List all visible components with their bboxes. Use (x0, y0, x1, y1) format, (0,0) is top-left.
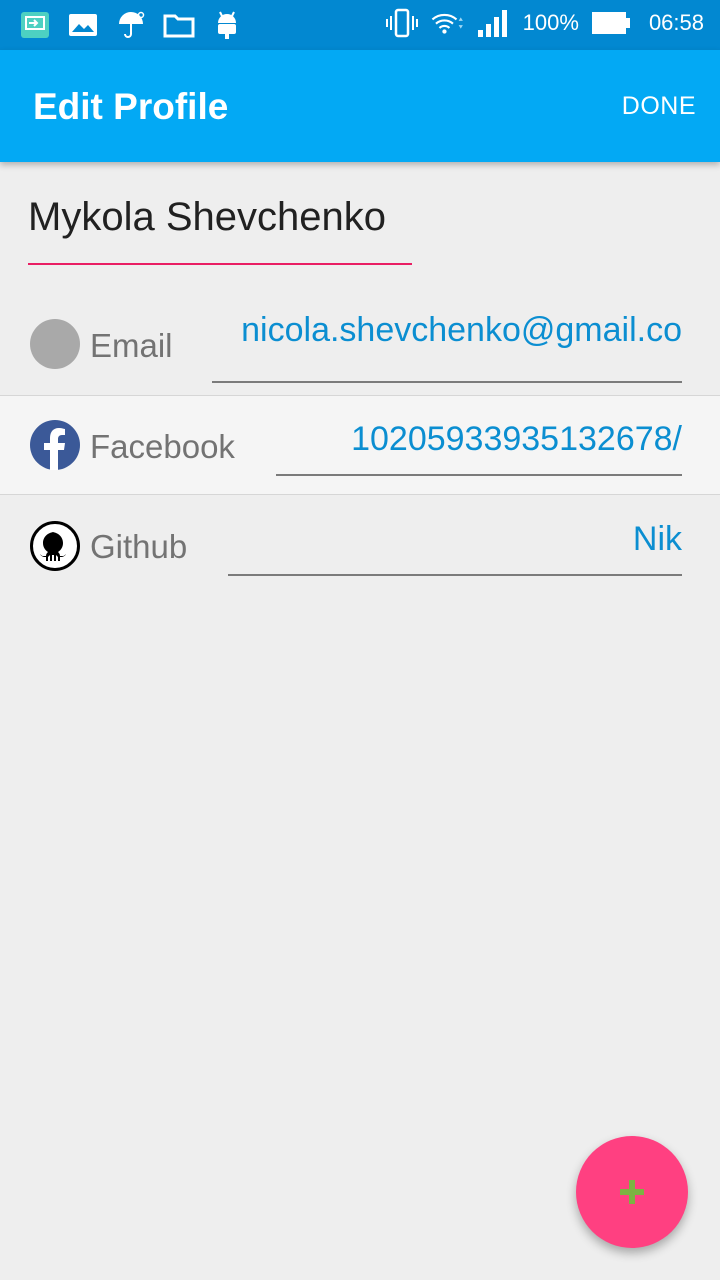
email-row: Email nicola.shevchenko@gmail.co (0, 295, 720, 395)
app-bar: Edit Profile DONE (0, 50, 720, 162)
add-field-button[interactable] (576, 1136, 688, 1248)
facebook-underline (276, 474, 682, 476)
github-label: Github (90, 528, 188, 565)
github-row: Github Nik (0, 496, 720, 596)
email-underline (212, 381, 682, 383)
wifi-icon (431, 6, 465, 40)
battery-icon (591, 6, 631, 40)
gallery-icon (66, 8, 100, 42)
clock: 06:58 (648, 10, 704, 35)
name-field[interactable]: Mykola Shevchenko (28, 195, 412, 265)
vibrate-icon (385, 6, 419, 40)
facebook-row: Facebook 10205933935132678/ (0, 395, 720, 495)
done-button[interactable]: DONE (622, 92, 696, 121)
status-bar: 100% 06:58 (0, 0, 720, 50)
page-title: Edit Profile (33, 86, 229, 127)
screen-mirror-icon (18, 8, 52, 42)
plus-icon (620, 1180, 644, 1204)
facebook-label: Facebook (90, 428, 235, 465)
folder-icon (162, 8, 196, 42)
github-input[interactable]: Nik (228, 518, 682, 560)
email-label: Email (90, 327, 173, 364)
github-underline (228, 574, 682, 576)
battery-percent: 100% (522, 10, 579, 35)
github-icon (30, 521, 80, 571)
facebook-icon (30, 420, 80, 470)
facebook-input[interactable]: 10205933935132678/ (276, 418, 682, 460)
signal-icon (477, 6, 511, 40)
umbrella-icon (114, 8, 148, 42)
email-input[interactable]: nicola.shevchenko@gmail.co (212, 309, 682, 383)
email-icon (30, 319, 80, 369)
android-icon (210, 8, 244, 42)
name-value: Mykola Shevchenko (28, 195, 386, 239)
